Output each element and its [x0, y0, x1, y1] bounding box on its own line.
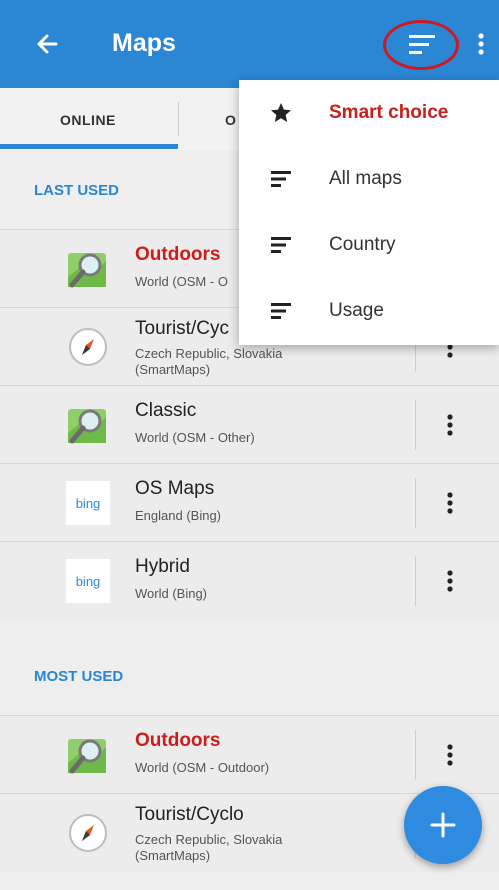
compass-icon	[66, 811, 110, 855]
map-title: Outdoors	[135, 244, 221, 265]
map-title: OS Maps	[135, 478, 215, 499]
sort-option[interactable]: Smart choice	[239, 80, 499, 146]
map-subtitle: World (OSM - Other)	[135, 430, 255, 445]
more-vert-icon	[447, 492, 453, 514]
tab-indicator	[0, 144, 178, 149]
map-magnifier-icon	[66, 733, 110, 777]
sort-option[interactable]: All maps	[239, 146, 499, 212]
map-list-item[interactable]: bing Hybrid World (Bing)	[0, 541, 499, 620]
sort-lines-icon	[269, 233, 293, 257]
map-subtitle: World (OSM - Outdoor)	[135, 760, 270, 775]
compass-icon	[66, 325, 110, 369]
sort-option[interactable]: Country	[239, 212, 499, 278]
more-vert-icon	[447, 570, 453, 592]
more-vert-icon	[447, 414, 453, 436]
back-button[interactable]	[30, 26, 66, 62]
add-map-fab[interactable]	[404, 786, 482, 864]
sort-lines-icon	[269, 299, 293, 323]
map-title: Outdoors	[135, 730, 221, 751]
svg-text:bing: bing	[76, 496, 101, 511]
bing-logo: bing	[66, 481, 110, 525]
map-subtitle: Czech Republic, Slovakia (SmartMaps)	[135, 832, 283, 863]
item-menu-button[interactable]	[438, 485, 462, 521]
more-vert-icon	[447, 744, 453, 766]
section-header-most-used: MOST USED	[34, 668, 124, 685]
tab-offline-label: O	[225, 112, 237, 128]
map-magnifier-icon	[66, 247, 110, 291]
sort-menu: Smart choice All maps Country Usage	[239, 80, 499, 345]
map-magnifier-icon	[66, 403, 110, 447]
map-subtitle: England (Bing)	[135, 508, 221, 523]
row-divider	[415, 556, 416, 606]
map-title: Tourist/Cyc	[135, 318, 229, 339]
row-divider	[415, 730, 416, 780]
item-menu-button[interactable]	[438, 737, 462, 773]
item-menu-button[interactable]	[438, 563, 462, 599]
star-icon	[269, 101, 293, 125]
item-menu-button[interactable]	[438, 407, 462, 443]
sort-option[interactable]: Usage	[239, 278, 499, 344]
map-subtitle: World (Bing)	[135, 586, 208, 601]
arrow-left-icon	[37, 34, 58, 54]
highlight-circle	[383, 20, 459, 70]
sort-option-label: Smart choice	[329, 102, 449, 123]
map-list-item[interactable]: bing OS Maps England (Bing)	[0, 463, 499, 542]
app-bar: Maps	[0, 0, 499, 88]
page-title: Maps	[112, 29, 176, 57]
section-header-last-used: LAST USED	[34, 182, 120, 199]
map-list-item[interactable]: Outdoors World (OSM - Outdoor)	[0, 715, 499, 794]
tab-online-label: ONLINE	[60, 112, 116, 128]
map-list-item[interactable]: Classic World (OSM - Other)	[0, 385, 499, 464]
bing-logo: bing	[66, 559, 110, 603]
map-title: Tourist/Cyclo	[135, 804, 244, 825]
plus-icon	[430, 812, 456, 838]
row-divider	[415, 478, 416, 528]
more-vert-icon	[478, 33, 484, 55]
map-subtitle: Czech Republic, Slovakia (SmartMaps)	[135, 346, 283, 377]
sort-option-label: Usage	[329, 300, 384, 321]
sort-lines-icon	[269, 167, 293, 191]
map-title: Hybrid	[135, 556, 190, 577]
map-title: Classic	[135, 400, 197, 421]
tab-online[interactable]: ONLINE	[0, 88, 178, 150]
row-divider	[415, 400, 416, 450]
svg-text:bing: bing	[76, 574, 101, 589]
sort-option-label: All maps	[329, 168, 402, 189]
sort-option-label: Country	[329, 234, 396, 255]
overflow-menu-button[interactable]	[470, 26, 492, 62]
